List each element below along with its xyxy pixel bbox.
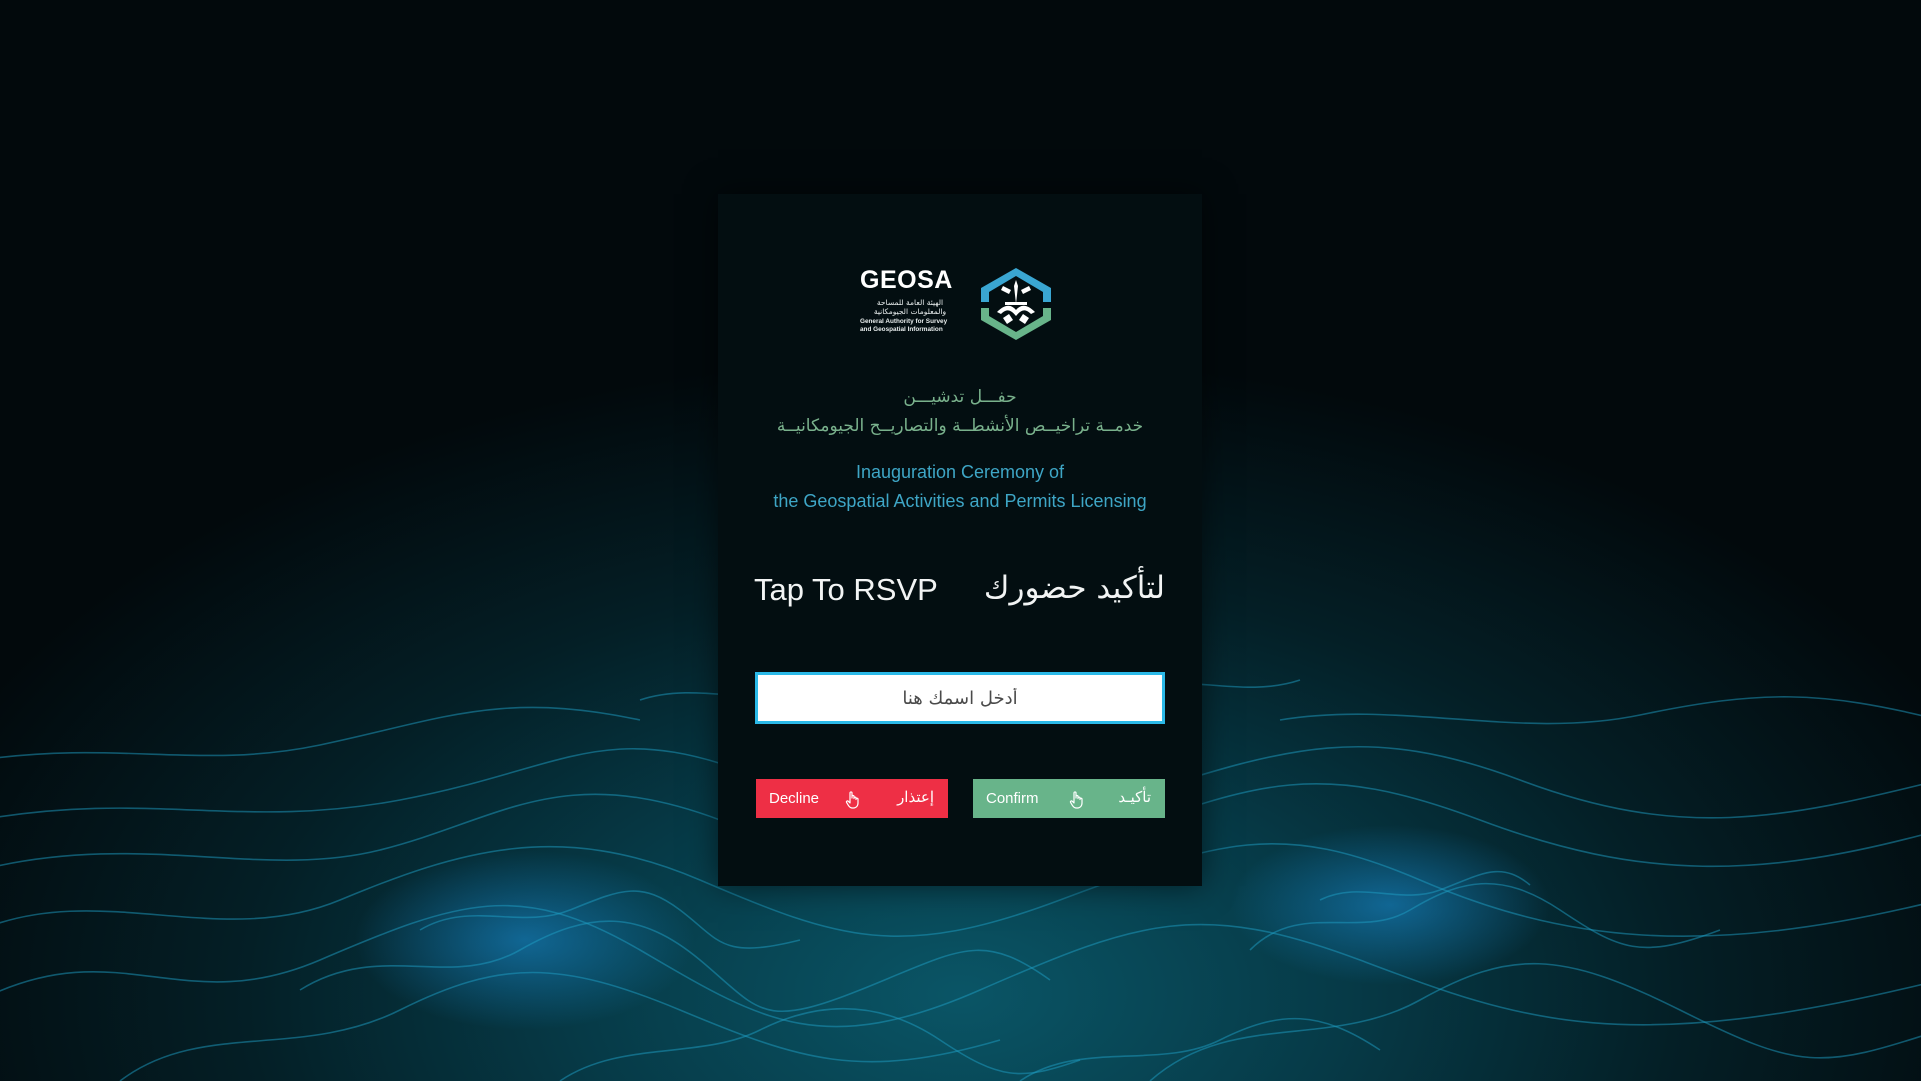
hand-pointer-icon: [845, 791, 859, 809]
hand-pointer-icon: [1069, 791, 1083, 809]
logo-english-name: General Authority for Survey and Geospat…: [860, 318, 964, 333]
event-title-english-line-1: Inauguration Ceremony of: [855, 462, 1065, 482]
logo-arabic-line-1: الهيئة العامة للمساحة: [876, 298, 944, 307]
logo-text-block: GEOSA الهيئة العامة للمساحة والمعلومات ا…: [860, 264, 968, 342]
logo-english-line-2: and Geospatial Information: [860, 325, 943, 333]
decline-label-english: Decline: [769, 790, 820, 807]
rsvp-label-english: Tap To RSVP: [754, 572, 938, 607]
geosa-logo: GEOSA الهيئة العامة للمساحة والمعلومات ا…: [860, 264, 1060, 342]
logo-english-line-1: General Authority for Survey: [860, 318, 948, 325]
confirm-button[interactable]: Confirm تأكيـد: [973, 779, 1165, 818]
rsvp-label-arabic: لتأكيد حضورك: [983, 570, 1165, 606]
event-title-arabic-line-2: خدمــة تراخيــص الأنشطــة والتصاريــح ال…: [776, 416, 1144, 436]
logo-arabic-name: الهيئة العامة للمساحة والمعلومات الجيومك…: [860, 298, 960, 316]
decline-button[interactable]: Decline إعتذار: [756, 779, 948, 818]
confirm-label-english: Confirm: [986, 790, 1039, 807]
event-title-english-line-2: the Geospatial Activities and Permits Li…: [773, 491, 1147, 511]
geosa-emblem-icon: [981, 268, 1051, 340]
decline-label-arabic: إعتذار: [897, 789, 934, 806]
event-title-arabic-line-1: حفـــل تدشيـــن: [903, 387, 1017, 407]
rsvp-card: GEOSA الهيئة العامة للمساحة والمعلومات ا…: [718, 194, 1202, 886]
page-background: GEOSA الهيئة العامة للمساحة والمعلومات ا…: [0, 0, 1921, 1081]
name-input[interactable]: [755, 672, 1165, 724]
confirm-label-arabic: تأكيـد: [1118, 789, 1151, 806]
logo-arabic-line-2: والمعلومات الجيومكانية: [873, 307, 947, 316]
logo-wordmark: GEOSA: [860, 266, 953, 294]
